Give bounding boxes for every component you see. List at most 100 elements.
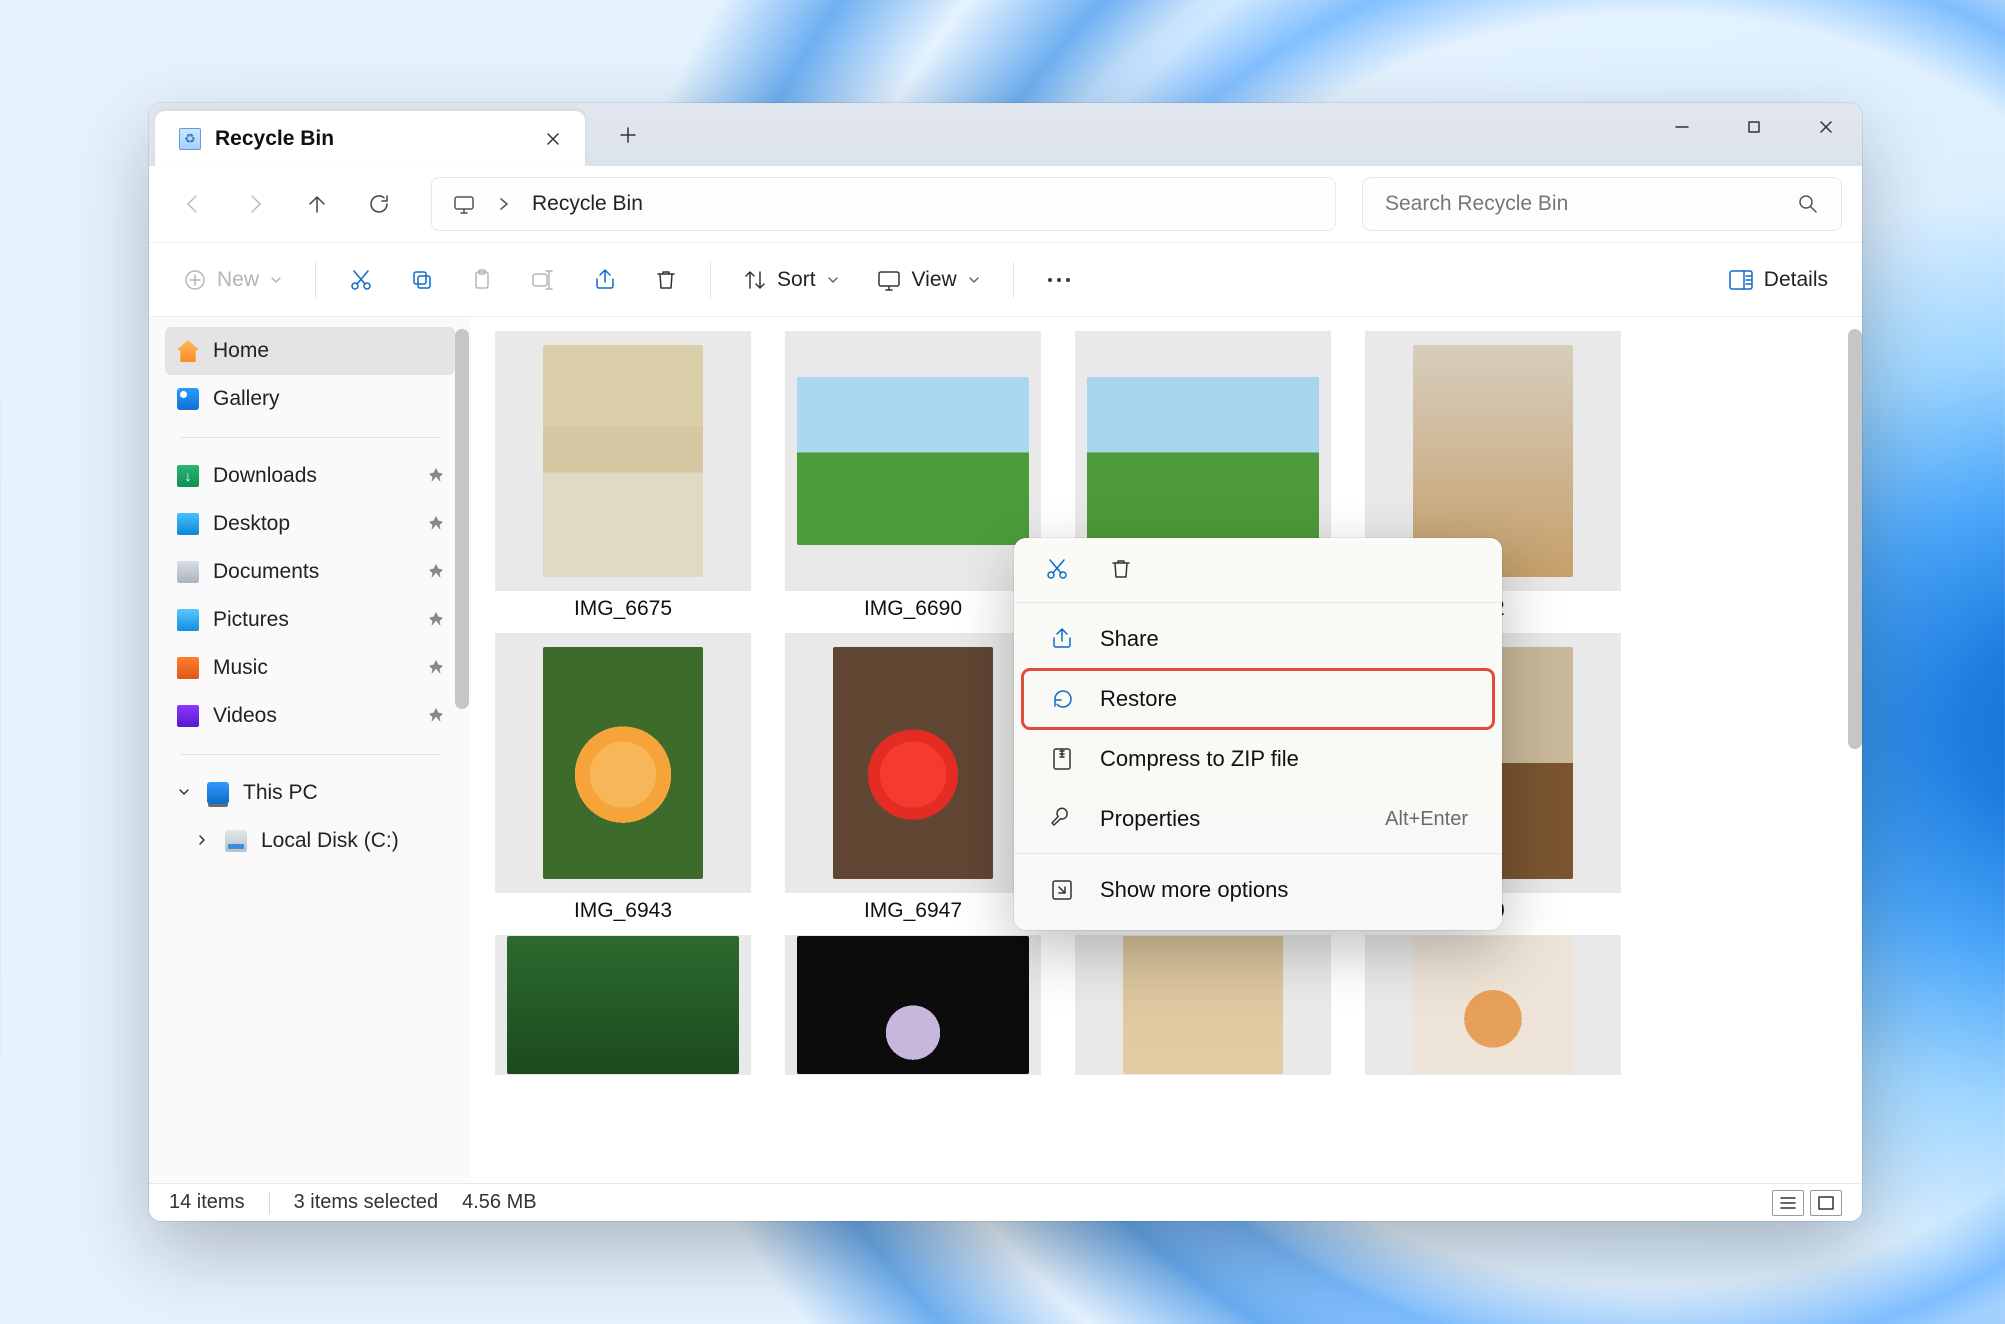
- sidebar-item-documents[interactable]: Documents: [165, 548, 455, 596]
- sidebar-item-label: Music: [213, 656, 268, 680]
- pin-icon: [429, 512, 443, 536]
- ctx-delete-button[interactable]: [1106, 554, 1136, 584]
- ctx-compress[interactable]: Compress to ZIP file: [1022, 729, 1494, 789]
- sidebar-item-videos[interactable]: Videos: [165, 692, 455, 740]
- status-bar: 14 items 3 items selected 4.56 MB: [149, 1183, 1862, 1221]
- tab-recycle-bin[interactable]: Recycle Bin: [155, 111, 585, 166]
- refresh-button[interactable]: [353, 178, 405, 230]
- thumbnail-card[interactable]: IMG_6943: [495, 633, 751, 923]
- thumbnail-view-button[interactable]: [1810, 1190, 1842, 1216]
- thumbnail-card[interactable]: [1365, 935, 1621, 1075]
- documents-icon: [177, 561, 199, 583]
- zip-icon: [1048, 745, 1076, 773]
- chevron-down-icon[interactable]: [177, 781, 191, 805]
- thumbnail-image: [1123, 936, 1283, 1074]
- back-button[interactable]: [167, 178, 219, 230]
- gallery-icon: [177, 388, 199, 410]
- rename-button[interactable]: [516, 256, 570, 304]
- disk-icon: [225, 830, 247, 852]
- ctx-cut-button[interactable]: [1042, 554, 1072, 584]
- new-tab-button[interactable]: [611, 118, 645, 152]
- thumbnail-card[interactable]: [785, 935, 1041, 1075]
- sidebar-item-desktop[interactable]: Desktop: [165, 500, 455, 548]
- thumbnail-card[interactable]: [1075, 935, 1331, 1075]
- details-pane-button[interactable]: Details: [1714, 256, 1842, 304]
- sidebar-item-label: Local Disk (C:): [261, 829, 399, 853]
- sidebar-item-gallery[interactable]: Gallery: [165, 375, 455, 423]
- sort-button[interactable]: Sort: [729, 256, 854, 304]
- cut-button[interactable]: [334, 256, 388, 304]
- paste-button[interactable]: [456, 256, 508, 304]
- sidebar-item-label: Desktop: [213, 512, 290, 536]
- toolbar: New Sort View Details: [149, 242, 1862, 316]
- more-button[interactable]: [1032, 256, 1086, 304]
- sidebar-scrollbar[interactable]: [455, 329, 469, 709]
- separator: [181, 754, 439, 755]
- copy-button[interactable]: [396, 256, 448, 304]
- up-button[interactable]: [291, 178, 343, 230]
- music-icon: [177, 657, 199, 679]
- thumbnail-card[interactable]: IMG_6690: [785, 331, 1041, 621]
- thumbnail-card[interactable]: [495, 935, 751, 1075]
- chevron-right-icon[interactable]: [195, 829, 209, 853]
- delete-button[interactable]: [640, 256, 692, 304]
- ctx-item-label: Properties: [1100, 806, 1200, 832]
- file-explorer-window: Recycle Bin Recycle Bin: [149, 103, 1862, 1221]
- tab-close-button[interactable]: [537, 123, 569, 155]
- status-size: 4.56 MB: [462, 1191, 536, 1214]
- search-input[interactable]: [1385, 192, 1783, 216]
- ctx-show-more[interactable]: Show more options: [1022, 860, 1494, 920]
- thumbnail-image: [833, 647, 993, 879]
- sidebar-item-this-pc[interactable]: This PC: [165, 769, 455, 817]
- new-button[interactable]: New: [169, 256, 297, 304]
- ctx-restore[interactable]: Restore: [1022, 669, 1494, 729]
- details-view-button[interactable]: [1772, 1190, 1804, 1216]
- minimize-button[interactable]: [1646, 103, 1718, 151]
- sidebar-item-label: This PC: [243, 781, 318, 805]
- address-location: Recycle Bin: [532, 192, 643, 216]
- pin-icon: [429, 704, 443, 728]
- search-icon: [1797, 193, 1819, 215]
- thumbnail-caption: IMG_6690: [864, 597, 962, 621]
- body: Home Gallery Downloads Desktop: [149, 316, 1862, 1183]
- search-box[interactable]: [1362, 177, 1842, 231]
- thumbnail-image: [797, 377, 1029, 545]
- tab-title: Recycle Bin: [215, 127, 523, 151]
- share-button[interactable]: [578, 256, 632, 304]
- expand-icon: [1048, 876, 1076, 904]
- thumbnail-image: [1413, 936, 1573, 1074]
- thumbnail-caption: IMG_6943: [574, 899, 672, 923]
- address-bar-row: Recycle Bin: [149, 166, 1862, 242]
- sidebar-item-label: Pictures: [213, 608, 289, 632]
- thumbnail-image: [797, 936, 1029, 1074]
- address-box[interactable]: Recycle Bin: [431, 177, 1336, 231]
- pin-icon: [429, 560, 443, 584]
- ctx-item-shortcut: Alt+Enter: [1385, 808, 1468, 831]
- sidebar-item-home[interactable]: Home: [165, 327, 455, 375]
- maximize-button[interactable]: [1718, 103, 1790, 151]
- sidebar-item-music[interactable]: Music: [165, 644, 455, 692]
- separator: [1013, 262, 1014, 298]
- ctx-item-label: Show more options: [1100, 877, 1288, 903]
- separator: [1014, 602, 1502, 603]
- forward-button[interactable]: [229, 178, 281, 230]
- pin-icon: [429, 608, 443, 632]
- sidebar-item-downloads[interactable]: Downloads: [165, 452, 455, 500]
- downloads-icon: [177, 465, 199, 487]
- context-menu: Share Restore Compress to ZIP file Prope…: [1014, 538, 1502, 930]
- content-scrollbar[interactable]: [1848, 329, 1862, 749]
- sidebar-item-pictures[interactable]: Pictures: [165, 596, 455, 644]
- thumbnail-card[interactable]: IMG_6675: [495, 331, 751, 621]
- ctx-properties[interactable]: Properties Alt+Enter: [1022, 789, 1494, 849]
- thumbnail-card[interactable]: IMG_6947: [785, 633, 1041, 923]
- close-button[interactable]: [1790, 103, 1862, 151]
- ctx-share[interactable]: Share: [1022, 609, 1494, 669]
- separator: [181, 437, 439, 438]
- status-item-count: 14 items: [169, 1191, 245, 1214]
- this-pc-icon: [207, 782, 229, 804]
- view-button[interactable]: View: [862, 256, 995, 304]
- thumbnail-caption: IMG_6947: [864, 899, 962, 923]
- ctx-item-label: Share: [1100, 626, 1159, 652]
- separator: [315, 262, 316, 298]
- sidebar-item-local-disk[interactable]: Local Disk (C:): [165, 817, 455, 865]
